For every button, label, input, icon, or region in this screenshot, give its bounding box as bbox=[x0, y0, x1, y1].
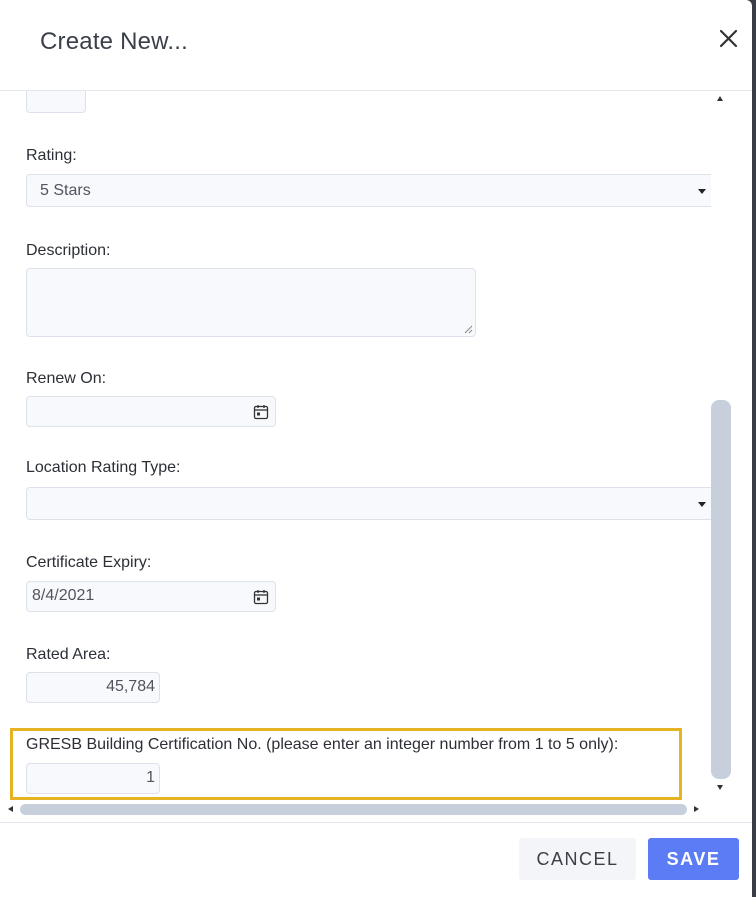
close-icon bbox=[719, 29, 738, 48]
cancel-button[interactable]: CANCEL bbox=[519, 838, 636, 880]
partially-visible-field[interactable] bbox=[26, 91, 86, 113]
dialog-title: Create New... bbox=[40, 28, 188, 55]
scroll-down-icon[interactable] bbox=[717, 785, 723, 790]
vertical-scrollbar[interactable] bbox=[711, 91, 731, 803]
rating-selected-value: 5 Stars bbox=[40, 182, 91, 199]
vertical-scroll-thumb[interactable] bbox=[711, 400, 731, 779]
rated-area-value: 45,784 bbox=[106, 678, 155, 695]
location-rating-type-select[interactable] bbox=[26, 487, 712, 520]
renew-on-label: Renew On: bbox=[26, 370, 107, 387]
rated-area-input[interactable]: 45,784 bbox=[26, 672, 160, 703]
gresb-cert-value: 1 bbox=[146, 769, 155, 786]
close-button[interactable] bbox=[714, 24, 744, 54]
certificate-expiry-date-input[interactable]: 8/4/2021 bbox=[26, 581, 276, 612]
rating-select[interactable]: 5 Stars bbox=[26, 174, 712, 207]
save-button[interactable]: SAVE bbox=[648, 838, 739, 880]
scroll-left-icon[interactable] bbox=[8, 806, 13, 812]
caret-down-icon bbox=[698, 502, 706, 507]
form-scroll-area[interactable]: Rating: 5 Stars Description: Renew On: L… bbox=[0, 91, 752, 822]
create-dialog: Create New... Rating: 5 Stars Descriptio… bbox=[0, 0, 752, 897]
rated-area-label: Rated Area: bbox=[26, 646, 111, 663]
caret-down-icon bbox=[698, 189, 706, 194]
location-rating-type-label: Location Rating Type: bbox=[26, 459, 181, 476]
certificate-expiry-value: 8/4/2021 bbox=[32, 587, 95, 604]
scroll-up-icon[interactable] bbox=[717, 96, 723, 101]
dialog-footer: CANCEL SAVE bbox=[0, 822, 752, 897]
scroll-right-icon[interactable] bbox=[694, 806, 699, 812]
rating-label: Rating: bbox=[26, 147, 77, 164]
gresb-cert-input[interactable]: 1 bbox=[26, 763, 160, 794]
description-textarea[interactable] bbox=[26, 268, 476, 337]
horizontal-scrollbar[interactable] bbox=[6, 802, 710, 818]
calendar-icon[interactable] bbox=[253, 589, 269, 605]
dialog-header: Create New... bbox=[0, 0, 752, 91]
description-label: Description: bbox=[26, 242, 111, 259]
renew-on-date-input[interactable] bbox=[26, 396, 276, 427]
horizontal-scroll-thumb[interactable] bbox=[20, 804, 687, 815]
calendar-icon[interactable] bbox=[253, 404, 269, 420]
certificate-expiry-label: Certificate Expiry: bbox=[26, 554, 152, 571]
resize-grip-icon[interactable] bbox=[464, 325, 473, 334]
gresb-cert-label: GRESB Building Certification No. (please… bbox=[26, 736, 619, 753]
